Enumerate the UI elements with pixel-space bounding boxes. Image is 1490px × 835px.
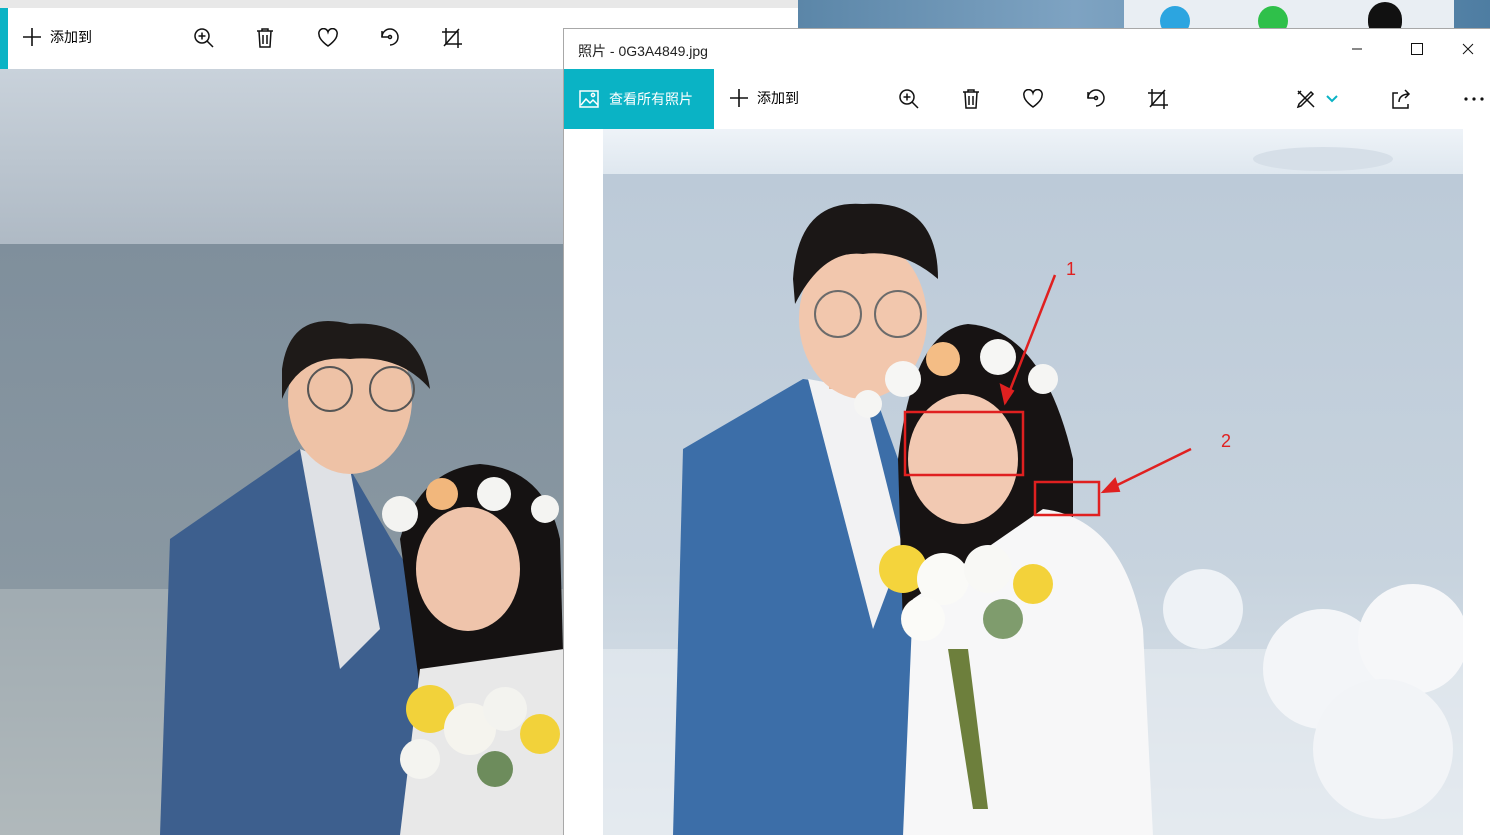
maximize-icon [1411,43,1423,55]
qq-icon[interactable] [1368,2,1402,30]
crop-icon [1148,89,1168,109]
share-icon [1392,89,1411,109]
photos-viewer-window: 照片 - 0G3A4849.jpg 查看所有照片 添加到 1 2 [563,28,1490,835]
edit-draw-button[interactable] [1291,84,1321,114]
zoom-in-icon [899,89,919,109]
desktop-background [798,0,1490,30]
trash-icon [257,28,273,48]
zoom-in-button[interactable] [894,84,924,114]
main-photo-image: 1 2 [603,129,1463,835]
wechat-icon[interactable] [1258,6,1288,30]
window-titlebar[interactable]: 照片 - 0G3A4849.jpg [564,29,1490,69]
rotate-icon [1087,89,1105,107]
edit-draw-icon [1296,90,1315,109]
close-button[interactable] [1445,29,1490,69]
zoom-in-icon [194,28,214,48]
telegram-icon[interactable] [1160,6,1190,30]
edit-dropdown-button[interactable] [1320,84,1344,114]
favorite-button[interactable] [1018,84,1048,114]
viewer-toolbar: 查看所有照片 添加到 [564,69,1490,129]
maximize-button[interactable] [1388,29,1446,69]
more-icon [1464,97,1484,101]
close-icon [1462,43,1473,55]
rotate-button[interactable] [1081,84,1111,114]
photo-canvas[interactable]: 1 2 [564,129,1490,835]
plus-icon [23,28,41,46]
favorite-button[interactable] [313,23,343,53]
add-to-button[interactable]: 添加到 [729,88,799,108]
window-title: 照片 - 0G3A4849.jpg [578,43,708,59]
back-window-titlebar [0,0,798,8]
heart-icon [318,28,338,47]
more-options-button[interactable] [1459,84,1489,114]
back-accent-bar [0,8,8,69]
back-photo-image [0,69,564,835]
annotation-label-1: 1 [1066,259,1077,279]
delete-button[interactable] [250,23,280,53]
heart-icon [1023,89,1043,108]
plus-icon [730,89,748,107]
add-to-label: 添加到 [50,29,92,45]
minimize-button[interactable] [1328,29,1386,69]
photo-gallery-icon [579,90,599,108]
crop-button[interactable] [437,23,467,53]
annotation-label-2: 2 [1221,431,1232,451]
view-all-photos-label: 查看所有照片 [609,91,693,107]
chevron-down-icon [1326,95,1338,103]
crop-button[interactable] [1143,84,1173,114]
trash-icon [963,89,979,109]
view-all-photos-button[interactable]: 查看所有照片 [564,69,714,129]
add-to-button[interactable]: 添加到 [22,27,92,47]
share-button[interactable] [1386,84,1416,114]
rotate-button[interactable] [375,23,405,53]
crop-icon [442,28,462,48]
minimize-icon [1352,48,1362,50]
delete-button[interactable] [956,84,986,114]
add-to-label: 添加到 [757,90,799,106]
rotate-icon [381,28,399,46]
zoom-in-button[interactable] [189,23,219,53]
